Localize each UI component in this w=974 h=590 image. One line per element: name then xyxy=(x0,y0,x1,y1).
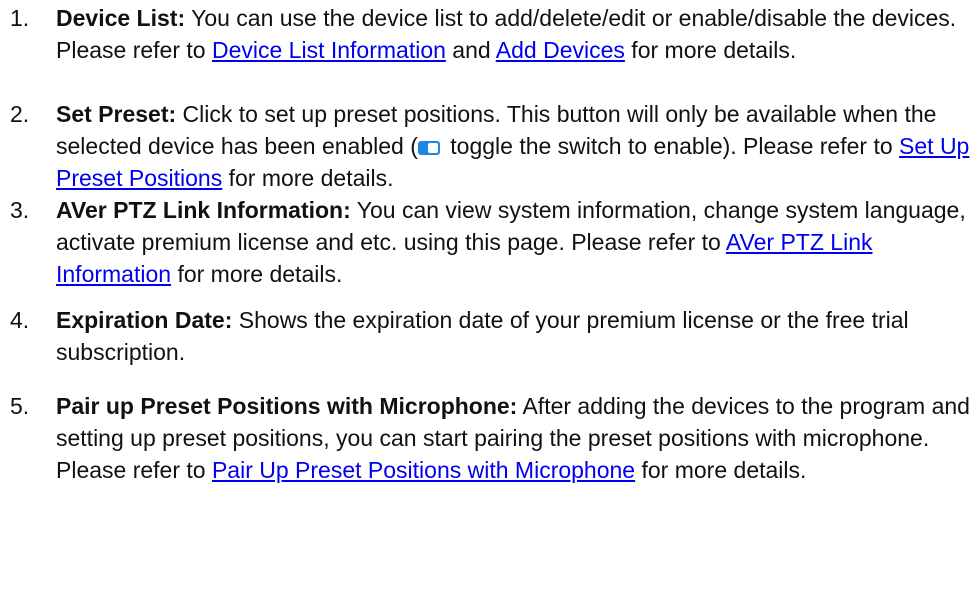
term-device-list: Device List: xyxy=(56,5,186,31)
item-text-part: and xyxy=(445,37,496,63)
term-pair-up-preset-positions: Pair up Preset Positions with Microphone… xyxy=(56,393,518,419)
link-add-devices[interactable]: Add Devices xyxy=(496,37,625,63)
term-aver-ptz-link-information: AVer PTZ Link Information: xyxy=(56,197,351,223)
list-item-text: Device List: You can use the device list… xyxy=(56,2,970,66)
item-text-part: for more details. xyxy=(635,457,807,483)
list-item-text: Pair up Preset Positions with Microphone… xyxy=(56,390,970,486)
item-text-part: for more details. xyxy=(624,37,797,63)
item-text-part: for more details. xyxy=(171,261,343,287)
toggle-switch-icon xyxy=(417,141,440,155)
list-item-text: AVer PTZ Link Information: You can view … xyxy=(56,194,970,290)
item-text-part: for more details. xyxy=(222,165,394,191)
term-set-preset: Set Preset: xyxy=(56,101,177,127)
item-text-part: toggle the switch to enable). Please ref… xyxy=(443,133,900,159)
list-number: 5. xyxy=(10,393,30,419)
link-pair-up-preset-positions-with-microphone[interactable]: Pair Up Preset Positions with Microphone xyxy=(212,457,635,483)
link-device-list-information[interactable]: Device List Information xyxy=(212,37,446,63)
list-number: 4. xyxy=(10,307,30,333)
toggle-knob xyxy=(427,143,438,153)
list-item-text: Set Preset: Click to set up preset posit… xyxy=(56,98,970,194)
list-item-text: Expiration Date: Shows the expiration da… xyxy=(56,304,970,368)
list-number: 2. xyxy=(10,101,30,127)
list-number: 3. xyxy=(10,197,30,223)
list-number: 1. xyxy=(10,5,30,31)
term-expiration-date: Expiration Date: xyxy=(56,307,233,333)
document-page: 1. Device List: You can use the device l… xyxy=(0,0,974,590)
